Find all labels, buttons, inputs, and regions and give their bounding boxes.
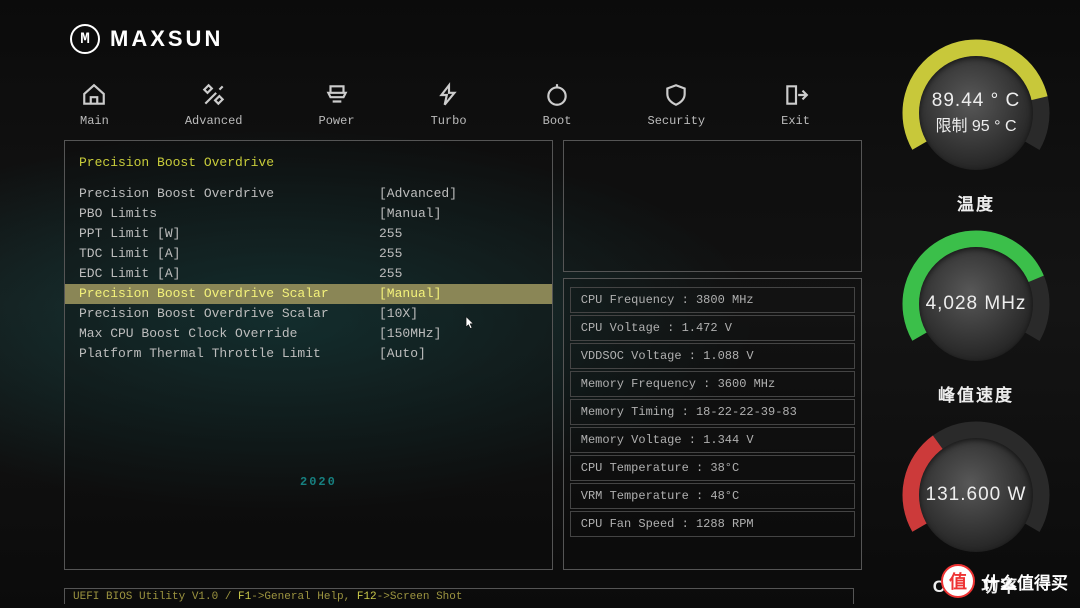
info-row: CPU Frequency : 3800 MHz [570,287,855,313]
brand-logo: M MAXSUN [0,16,870,62]
tools-icon [200,82,228,108]
settings-panel: Precision Boost Overdrive Precision Boos… [64,140,553,570]
setting-label: EDC Limit [A] [79,265,379,283]
brand-mark-icon: M [70,24,100,54]
setting-label: Platform Thermal Throttle Limit [79,345,379,363]
setting-value: 255 [379,225,402,243]
setting-label: TDC Limit [A] [79,245,379,263]
info-row: VRM Temperature : 48°C [570,483,855,509]
setting-value: 255 [379,265,402,283]
info-row: CPU Fan Speed : 1288 RPM [570,511,855,537]
setting-value: [Manual] [379,285,441,303]
setting-row[interactable]: Precision Boost Overdrive[Advanced] [65,184,552,204]
setting-label: Precision Boost Overdrive Scalar [79,285,379,303]
nav-exit[interactable]: Exit [781,82,810,128]
panel-title: Precision Boost Overdrive [65,155,552,170]
description-panel [563,140,862,272]
power-icon [323,82,351,108]
setting-row[interactable]: PBO Limits[Manual] [65,204,552,224]
setting-value: 255 [379,245,402,263]
nav-security-label: Security [648,114,706,128]
setting-row[interactable]: TDC Limit [A]255 [65,244,552,264]
home-icon [80,82,108,108]
setting-row[interactable]: Max CPU Boost Clock Override[150MHz] [65,324,552,344]
footer-f12: F12 [357,591,377,603]
setting-value: [Manual] [379,205,441,223]
setting-row[interactable]: Precision Boost Overdrive Scalar[10X] [65,304,552,324]
footer-bar: UEFI BIOS Utility V1.0 / F1->General Hel… [64,588,854,604]
watermark-badge-icon: 值 [941,564,975,598]
nav-security[interactable]: Security [648,82,706,128]
info-row: Memory Timing : 18-22-22-39-83 [570,399,855,425]
gauge-temp-value: 89.44 ° C [932,90,1020,112]
gauge-freq-value: 4,028 MHz [926,293,1027,315]
system-info-panel: CPU Frequency : 3800 MHzCPU Voltage : 1.… [563,278,862,570]
boot-icon [543,82,571,108]
gauge-temperature: 89.44 ° C 限制 95 ° C 温度 [876,38,1076,215]
info-row: VDDSOC Voltage : 1.088 V [570,343,855,369]
shield-icon [662,82,690,108]
setting-row[interactable]: Precision Boost Overdrive Scalar[Manual] [65,284,552,304]
setting-label: Precision Boost Overdrive Scalar [79,305,379,323]
watermark: 值 什么值得买 [941,564,1068,598]
setting-value: [Auto] [379,345,426,363]
gauge-power-value: 131.600 W [926,484,1027,506]
info-row: CPU Voltage : 1.472 V [570,315,855,341]
setting-label: PPT Limit [W] [79,225,379,243]
info-row: Memory Voltage : 1.344 V [570,427,855,453]
footer-utility: UEFI BIOS Utility V1.0 / [73,591,238,603]
setting-label: PBO Limits [79,205,379,223]
exit-icon [782,82,810,108]
setting-value: [150MHz] [379,325,441,343]
nav-exit-label: Exit [781,114,810,128]
info-row: Memory Frequency : 3600 MHz [570,371,855,397]
info-row: CPU Temperature : 38°C [570,455,855,481]
footer-f1: F1 [238,591,251,603]
setting-value: [Advanced] [379,185,457,203]
setting-row[interactable]: EDC Limit [A]255 [65,264,552,284]
nav-power-label: Power [319,114,355,128]
nav-boot[interactable]: Boot [543,82,572,128]
nav-main-label: Main [80,114,109,128]
footer-f12-text: ->Screen Shot [377,591,463,603]
setting-label: Max CPU Boost Clock Override [79,325,379,343]
nav-power[interactable]: Power [319,82,355,128]
setting-value: [10X] [379,305,418,323]
brand-name: MAXSUN [110,26,223,52]
setting-label: Precision Boost Overdrive [79,185,379,203]
gauge-temp-limit: 限制 95 ° C [935,112,1016,136]
watermark-text: 什么值得买 [983,569,1068,594]
nav-advanced[interactable]: Advanced [185,82,243,128]
setting-row[interactable]: Platform Thermal Throttle Limit[Auto] [65,344,552,364]
top-nav: Main Advanced Power Turbo Boot Security … [0,62,870,136]
turbo-icon [435,82,463,108]
footer-f1-text: ->General Help, [251,591,357,603]
nav-main[interactable]: Main [80,82,109,128]
nav-turbo[interactable]: Turbo [431,82,467,128]
nav-turbo-label: Turbo [431,114,467,128]
nav-boot-label: Boot [543,114,572,128]
setting-row[interactable]: PPT Limit [W]255 [65,224,552,244]
gauge-frequency: 4,028 MHz 峰值速度 [876,229,1076,406]
nav-advanced-label: Advanced [185,114,243,128]
